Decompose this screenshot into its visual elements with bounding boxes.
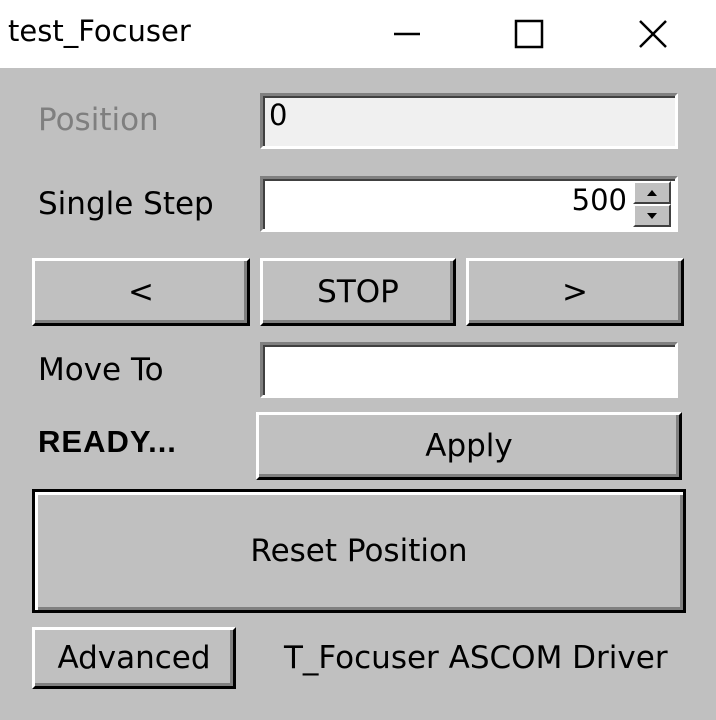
move-to-label: Move To xyxy=(38,352,164,388)
move-left-button[interactable]: < xyxy=(32,258,250,326)
spin-up-button[interactable] xyxy=(633,181,671,204)
position-label: Position xyxy=(38,102,159,138)
spin-down-icon xyxy=(647,212,657,219)
window-title: test_Focuser xyxy=(8,14,191,48)
reset-position-button[interactable]: Reset Position xyxy=(32,489,686,613)
close-icon xyxy=(639,20,667,48)
stop-button[interactable]: STOP xyxy=(260,258,456,326)
move-to-input[interactable] xyxy=(260,342,678,398)
single-step-label: Single Step xyxy=(38,186,214,222)
minimize-icon xyxy=(394,32,420,36)
maximize-icon xyxy=(514,19,544,49)
apply-button[interactable]: Apply xyxy=(256,412,682,480)
move-right-button[interactable]: > xyxy=(466,258,684,326)
position-field: 0 xyxy=(260,93,678,149)
single-step-spinner[interactable] xyxy=(633,181,671,227)
close-button[interactable] xyxy=(598,0,708,68)
spin-down-button[interactable] xyxy=(633,204,671,227)
maximize-button[interactable] xyxy=(474,0,584,68)
status-text: READY... xyxy=(38,424,177,459)
advanced-button[interactable]: Advanced xyxy=(32,627,236,689)
driver-name-label: T_Focuser ASCOM Driver xyxy=(284,640,668,676)
single-step-value: 500 xyxy=(571,183,627,217)
minimize-button[interactable] xyxy=(352,0,462,68)
single-step-input[interactable]: 500 xyxy=(260,176,678,232)
title-bar[interactable]: test_Focuser xyxy=(0,0,716,68)
spin-up-icon xyxy=(647,189,657,196)
